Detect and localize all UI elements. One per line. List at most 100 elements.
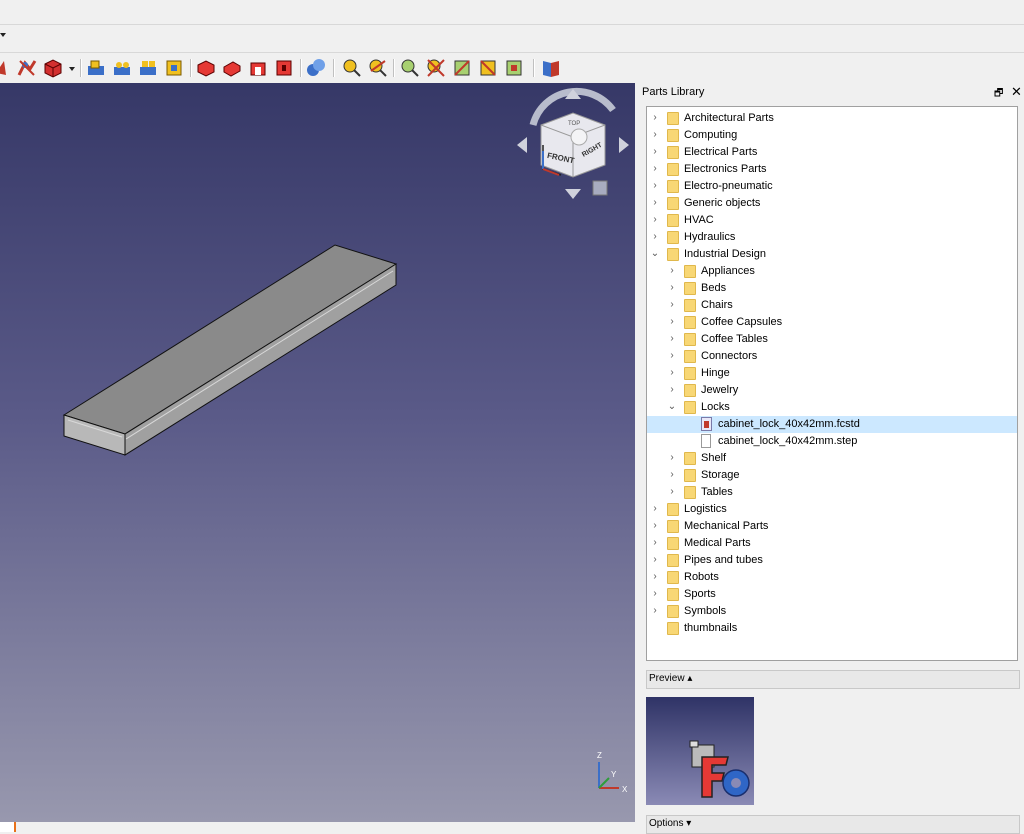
link-icon[interactable] <box>305 57 327 79</box>
tree-item[interactable]: cabinet_lock_40x42mm.fcstd <box>647 416 1017 433</box>
chevron-down-icon[interactable]: ⌄ <box>650 249 660 259</box>
chevron-right-icon[interactable]: › <box>667 470 677 480</box>
chevron-right-icon[interactable]: › <box>667 283 677 293</box>
tree-item[interactable]: › Mechanical Parts <box>647 518 1017 535</box>
book-icon[interactable] <box>540 57 562 79</box>
chevron-right-icon[interactable]: › <box>650 606 660 616</box>
chevron-right-icon[interactable]: › <box>650 198 660 208</box>
measure-6-icon[interactable] <box>477 57 499 79</box>
chevron-right-icon[interactable]: › <box>650 521 660 531</box>
tree-item[interactable]: › Electrical Parts <box>647 144 1017 161</box>
chevron-right-icon[interactable]: › <box>650 164 660 174</box>
navcube-top-label: TOP <box>568 121 580 127</box>
chevron-right-icon[interactable]: › <box>650 215 660 225</box>
tree-item[interactable]: ⌄ Industrial Design <box>647 246 1017 263</box>
chevron-right-icon[interactable]: › <box>650 555 660 565</box>
chevron-right-icon[interactable]: › <box>667 351 677 361</box>
tree-item[interactable]: › Connectors <box>647 348 1017 365</box>
float-panel-icon[interactable]: 🗗 <box>994 86 1003 103</box>
chevron-right-icon[interactable]: › <box>650 538 660 548</box>
solid-front-icon[interactable] <box>195 57 217 79</box>
tree-item[interactable]: › Hydraulics <box>647 229 1017 246</box>
tree-item[interactable]: ⌄ Locks <box>647 399 1017 416</box>
chevron-right-icon[interactable]: › <box>650 147 660 157</box>
tree-item[interactable]: › Architectural Parts <box>647 110 1017 127</box>
chevron-right-icon[interactable]: › <box>667 300 677 310</box>
chevron-right-icon[interactable]: › <box>650 130 660 140</box>
tree-item[interactable]: › Computing <box>647 127 1017 144</box>
assembly-1-icon[interactable] <box>85 57 107 79</box>
chevron-right-icon[interactable]: › <box>667 453 677 463</box>
chevron-right-icon[interactable]: › <box>667 334 677 344</box>
dropdown-arrow-icon[interactable] <box>69 67 75 71</box>
tree-item[interactable]: › Electro-pneumatic <box>647 178 1017 195</box>
tree-item[interactable]: › Logistics <box>647 501 1017 518</box>
tree-item[interactable]: › Electronics Parts <box>647 161 1017 178</box>
tree-item[interactable]: › Robots <box>647 569 1017 586</box>
dropdown-arrow-icon[interactable] <box>0 33 6 37</box>
tree-item-label: Beds <box>701 282 727 294</box>
tree-item[interactable]: › Tables <box>647 484 1017 501</box>
solid-right-icon[interactable] <box>247 57 269 79</box>
assembly-2-icon[interactable] <box>111 57 133 79</box>
folder-icon <box>667 622 679 635</box>
tree-item-label: thumbnails <box>684 622 738 634</box>
assembly-4-icon[interactable] <box>163 57 185 79</box>
part-box-icon[interactable] <box>42 57 64 79</box>
chevron-right-icon[interactable]: › <box>667 317 677 327</box>
parts-tree[interactable]: › Architectural Parts › Computing › Electrica… <box>646 106 1018 661</box>
chevron-right-icon[interactable]: › <box>650 504 660 514</box>
tree-item[interactable]: › Appliances <box>647 263 1017 280</box>
chevron-right-icon[interactable]: › <box>650 589 660 599</box>
tree-item[interactable]: › Chairs <box>647 297 1017 314</box>
navigation-cube[interactable]: FRONT RIGHT TOP <box>513 85 635 205</box>
measure-7-icon[interactable] <box>503 57 525 79</box>
options-section-header[interactable]: Options ▾ <box>646 815 1020 834</box>
view-icon[interactable] <box>0 57 16 79</box>
preview-section-header[interactable]: Preview ▴ <box>646 670 1020 689</box>
chevron-down-icon[interactable]: ⌄ <box>667 402 677 412</box>
measure-1-icon[interactable] <box>341 57 363 79</box>
measure-4-icon[interactable] <box>425 57 447 79</box>
tree-item[interactable]: › Coffee Capsules <box>647 314 1017 331</box>
solid-rear-icon[interactable] <box>273 57 295 79</box>
tree-item[interactable]: › Storage <box>647 467 1017 484</box>
chevron-right-icon[interactable]: › <box>667 266 677 276</box>
tree-item[interactable]: › Beds <box>647 280 1017 297</box>
solid-top-icon[interactable] <box>221 57 243 79</box>
tree-item[interactable]: › Hinge <box>647 365 1017 382</box>
chevron-right-icon[interactable]: › <box>667 487 677 497</box>
chevron-right-icon[interactable]: › <box>650 572 660 582</box>
tree-item[interactable]: › HVAC <box>647 212 1017 229</box>
assembly-3-icon[interactable] <box>137 57 159 79</box>
tree-item[interactable]: thumbnails <box>647 620 1017 637</box>
tree-item[interactable]: › Jewelry <box>647 382 1017 399</box>
chevron-right-icon[interactable]: › <box>650 232 660 242</box>
measure-5-icon[interactable] <box>451 57 473 79</box>
tree-item-label: Coffee Capsules <box>701 316 783 328</box>
tree-item[interactable]: › Medical Parts <box>647 535 1017 552</box>
tree-item[interactable]: › Generic objects <box>647 195 1017 212</box>
document-tab[interactable] <box>0 822 16 832</box>
chevron-right-icon[interactable]: › <box>650 113 660 123</box>
chevron-right-icon[interactable]: › <box>667 368 677 378</box>
tree-item-label: Coffee Tables <box>701 333 768 345</box>
tree-item[interactable]: › Shelf <box>647 450 1017 467</box>
tree-item[interactable]: › Pipes and tubes <box>647 552 1017 569</box>
measure-2-icon[interactable] <box>367 57 389 79</box>
tree-item-label: Chairs <box>701 299 733 311</box>
tree-item[interactable]: › Symbols <box>647 603 1017 620</box>
tree-item[interactable]: › Coffee Tables <box>647 331 1017 348</box>
close-panel-icon[interactable]: ✕ <box>1011 84 1022 100</box>
tree-item-label: HVAC <box>684 214 714 226</box>
sketch-icon[interactable] <box>16 57 38 79</box>
folder-icon <box>667 214 679 227</box>
3d-viewport[interactable]: FRONT RIGHT TOP Z Y X <box>0 83 635 822</box>
chevron-right-icon[interactable]: › <box>650 181 660 191</box>
axis-x-label: X <box>622 785 628 794</box>
tree-item[interactable]: › Sports <box>647 586 1017 603</box>
folder-icon <box>667 588 679 601</box>
tree-item[interactable]: cabinet_lock_40x42mm.step <box>647 433 1017 450</box>
measure-3-icon[interactable] <box>399 57 421 79</box>
chevron-right-icon[interactable]: › <box>667 385 677 395</box>
